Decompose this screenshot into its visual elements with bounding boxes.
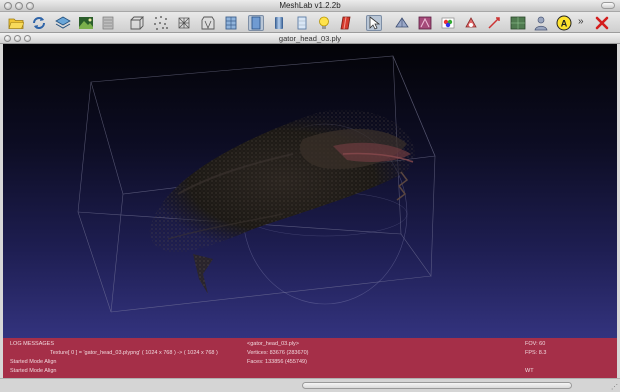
light-bulb-icon[interactable] (316, 15, 332, 31)
hidden-lines-icon[interactable] (200, 15, 216, 31)
rgb-color-icon[interactable] (463, 15, 479, 31)
annotate-icon[interactable]: A (556, 15, 572, 31)
window-titlebar: MeshLab v1.2.2b (0, 0, 620, 12)
log-started-line: Started Mode Align (10, 359, 57, 365)
close-mesh-icon[interactable] (594, 15, 610, 31)
svg-text:A: A (561, 19, 568, 29)
horizontal-scrollbar[interactable] (302, 382, 572, 389)
paint-icon[interactable] (440, 15, 456, 31)
person-icon[interactable] (533, 15, 549, 31)
open-folder-icon[interactable] (8, 15, 24, 31)
select-icon[interactable] (366, 15, 382, 31)
texture-mode-icon[interactable] (294, 15, 310, 31)
resize-grip-icon[interactable]: ⋰ (611, 383, 618, 391)
document-title: gator_head_03.ply (278, 34, 342, 43)
color-per-vertex-icon[interactable] (338, 15, 354, 31)
grid-icon[interactable] (510, 15, 526, 31)
reload-icon[interactable] (31, 15, 47, 31)
points-icon[interactable] (153, 15, 169, 31)
log-started-line: Started Mode Align (10, 368, 57, 374)
flat-icon[interactable] (248, 15, 264, 31)
log-texture-line: Texture[ 0 ] = 'gator_head_03.plypng' ( … (50, 350, 218, 356)
status-bar: ⋰ (0, 378, 620, 392)
mesh-render (77, 55, 436, 313)
vertex-count: Vertices: 83676 (283670) (247, 350, 309, 356)
bounding-box-icon[interactable] (129, 15, 145, 31)
3d-viewport[interactable] (3, 44, 617, 338)
layers-icon[interactable] (55, 15, 71, 31)
texture-icon[interactable] (417, 15, 433, 31)
main-toolbar: A » (0, 12, 620, 33)
measure-icon[interactable] (486, 15, 502, 31)
wireframe-icon[interactable] (176, 15, 192, 31)
flat-lines-icon[interactable] (223, 15, 239, 31)
wt-label: WT (525, 368, 534, 374)
smooth-icon[interactable] (271, 15, 287, 31)
gator-head-mesh (149, 109, 416, 294)
face-count: Faces: 133856 (455749) (247, 359, 307, 365)
snapshot-icon[interactable] (78, 15, 94, 31)
window-title: MeshLab v1.2.2b (279, 1, 341, 10)
stack-icon[interactable] (100, 15, 116, 31)
toolbar-overflow-chevron[interactable]: » (578, 16, 584, 28)
mesh-filename: <gator_head_03.ply> (247, 341, 299, 347)
toolbar-toggle-button[interactable] (601, 2, 615, 9)
select-faces-icon[interactable] (394, 15, 410, 31)
fov-readout: FOV: 60 (525, 341, 546, 347)
log-panel: LOG MESSAGES Texture[ 0 ] = 'gator_head_… (3, 338, 617, 378)
document-titlebar: gator_head_03.ply (0, 33, 620, 44)
fps-readout: FPS: 8.3 (525, 350, 547, 356)
log-header: LOG MESSAGES (10, 341, 55, 347)
